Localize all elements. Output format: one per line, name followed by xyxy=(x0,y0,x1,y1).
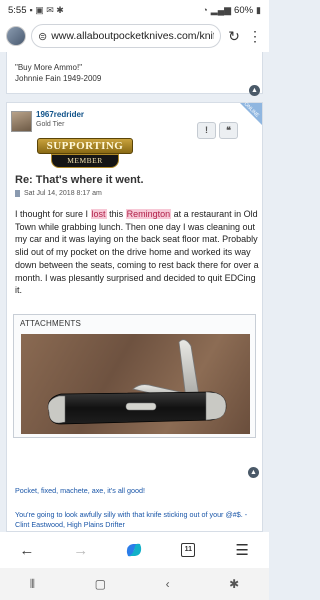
battery-level: 60% xyxy=(234,4,254,16)
signal-icon: ▂▄▆ xyxy=(210,4,232,15)
status-bar: 5:55 ▪ ▣ ✉ ✱ ◔ ▂▄▆ 60% ▮ xyxy=(0,0,269,20)
notification-icons: ▪ ▣ ✉ ✱ xyxy=(29,4,64,15)
menu-icon[interactable]: ☰ xyxy=(227,535,257,565)
badge-bottom-text: MEMBER xyxy=(67,156,103,165)
body-text-1: I thought for sure I xyxy=(15,209,91,219)
user-avatar[interactable] xyxy=(11,111,32,132)
recent-apps-icon[interactable]: ⦀ xyxy=(30,577,35,592)
knife-photo-drawing xyxy=(47,339,227,425)
post-body: I thought for sure I lost this Remington… xyxy=(15,208,259,297)
highlight-lost: lost xyxy=(90,209,107,219)
home-icon[interactable]: ▢ xyxy=(95,577,106,591)
system-nav-bar: ⦀ ▢ ‹ ✱ xyxy=(0,568,269,600)
badge-top-banner: SUPPORTING xyxy=(37,138,133,154)
copilot-logo xyxy=(127,543,142,557)
accessibility-icon[interactable]: ✱ xyxy=(229,577,239,591)
badge-top-text: SUPPORTING xyxy=(46,140,124,152)
signature-line-1: Pocket, fixed, machete, axe, it's all go… xyxy=(15,486,146,495)
url-text[interactable]: www.allaboutpocketknives.com/knife xyxy=(51,30,214,42)
post-date-text: Sat Jul 14, 2018 8:17 am xyxy=(24,190,102,197)
signature-line-2: You're going to look awfully silly with … xyxy=(15,510,248,529)
address-bar[interactable]: ⊜ www.allaboutpocketknives.com/knife xyxy=(31,24,221,48)
highlight-remington: Remington xyxy=(125,209,172,219)
status-right: ◔ ▂▄▆ 60% ▮ xyxy=(202,5,261,16)
copilot-icon[interactable] xyxy=(119,535,149,565)
body-text-3: at a restaurant in Old Town while grabbi… xyxy=(15,209,259,296)
status-left: 5:55 ▪ ▣ ✉ ✱ xyxy=(8,5,64,16)
browser-toolbar: ⊜ www.allaboutpocketknives.com/knife ↻ ⋮ xyxy=(0,20,269,52)
knife-photo[interactable] xyxy=(21,334,250,434)
signature-quote: "Buy More Ammo!" xyxy=(15,63,83,72)
more-options-icon[interactable]: ⋮ xyxy=(247,28,263,45)
attachments-label: ATTACHMENTS xyxy=(20,319,82,328)
signature-author: Johnnie Fain 1949-2009 xyxy=(15,74,102,83)
user-rank: Gold Tier xyxy=(36,121,65,128)
previous-post-signature: "Buy More Ammo!" Johnnie Fain 1949-2009 … xyxy=(6,52,263,96)
tabs-button[interactable]: 11 xyxy=(173,535,203,565)
forum-post: 1967redrider Gold Tier ONLINE ! ❝ SUPPOR… xyxy=(6,101,263,532)
forward-arrow-icon[interactable]: → xyxy=(66,535,96,565)
system-back-icon[interactable]: ‹ xyxy=(166,577,170,591)
report-button[interactable]: ! xyxy=(197,122,216,139)
badge-bottom-banner: MEMBER xyxy=(51,154,119,168)
wifi-icon: ◔ xyxy=(202,5,208,15)
supporting-member-badge: SUPPORTING MEMBER xyxy=(37,136,133,170)
post-username[interactable]: 1967redrider xyxy=(36,110,84,119)
body-text-2: this xyxy=(106,209,126,219)
site-info-icon[interactable]: ⊜ xyxy=(38,30,47,43)
back-arrow-icon[interactable]: ← xyxy=(12,535,42,565)
page-content: "Buy More Ammo!" Johnnie Fain 1949-2009 … xyxy=(0,52,269,532)
reload-icon[interactable]: ↻ xyxy=(226,28,242,45)
post-date: Sat Jul 14, 2018 8:17 am xyxy=(15,190,102,197)
post-title[interactable]: Re: That's where it went. xyxy=(15,174,144,186)
back-to-top-icon[interactable]: ▲ xyxy=(249,85,260,96)
browser-bottom-nav: ← → 11 ☰ xyxy=(0,532,269,568)
back-to-top-icon-post[interactable]: ▲ xyxy=(248,467,259,478)
profile-avatar[interactable] xyxy=(6,26,26,46)
status-time: 5:55 xyxy=(8,4,27,16)
attachments-box: ATTACHMENTS xyxy=(13,314,256,438)
post-icon xyxy=(15,190,20,197)
battery-icon: ▮ xyxy=(256,4,261,15)
tab-count: 11 xyxy=(181,543,196,557)
quote-button[interactable]: ❝ xyxy=(219,122,238,139)
